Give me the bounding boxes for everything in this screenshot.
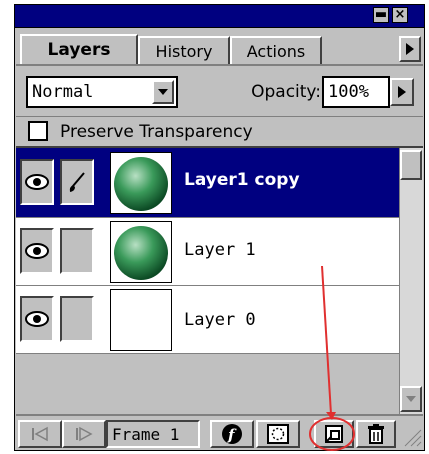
right-arrow-icon xyxy=(398,86,406,98)
palette-title-bar[interactable] xyxy=(14,4,425,28)
chevron-down-icon xyxy=(158,89,168,95)
layer-name: Layer1 copy xyxy=(184,170,300,190)
blend-mode-value: Normal xyxy=(32,82,94,102)
delete-layer-button[interactable] xyxy=(356,420,396,448)
layer-thumbnail xyxy=(110,289,172,351)
green-sphere-icon xyxy=(114,226,168,280)
layer-row[interactable]: Layer1 copy xyxy=(16,148,399,218)
eye-icon xyxy=(25,311,49,327)
tab-history-label: History xyxy=(155,42,213,61)
opacity-slider-button[interactable] xyxy=(390,78,414,106)
next-frame-button[interactable] xyxy=(62,420,106,448)
tab-actions-label: Actions xyxy=(246,42,306,61)
close-button[interactable]: × xyxy=(392,7,408,23)
layer-row[interactable]: Layer 0 xyxy=(16,286,399,354)
tab-history[interactable]: History xyxy=(138,36,230,64)
previous-frame-button[interactable] xyxy=(18,420,62,448)
layer-mask-icon xyxy=(267,424,289,444)
layer-name: Layer 1 xyxy=(184,240,256,260)
scroll-thumb[interactable] xyxy=(400,150,422,180)
green-sphere-icon xyxy=(114,157,168,211)
brush-link-toggle[interactable] xyxy=(60,159,94,205)
minimize-button[interactable]: ▬ xyxy=(373,7,389,23)
resize-grip[interactable] xyxy=(399,420,423,448)
blend-mode-dropdown-button[interactable] xyxy=(152,80,174,104)
tab-divider xyxy=(16,64,423,66)
layer-thumbnail xyxy=(110,221,172,283)
new-layer-icon xyxy=(325,425,343,443)
footer-divider xyxy=(16,414,423,416)
tab-layers[interactable]: Layers xyxy=(20,34,138,64)
new-layer-button[interactable] xyxy=(314,420,354,448)
right-arrow-icon xyxy=(406,43,414,55)
resize-grip-icon xyxy=(404,429,422,447)
visibility-toggle[interactable] xyxy=(20,159,54,205)
layer-effects-icon: f xyxy=(222,424,242,444)
tab-layers-label: Layers xyxy=(47,40,111,60)
options-divider xyxy=(16,116,423,117)
previous-frame-icon xyxy=(32,426,48,442)
chevron-down-icon xyxy=(406,396,416,402)
layer-thumbnail xyxy=(110,152,172,214)
opacity-value: 100% xyxy=(328,82,369,102)
visibility-toggle[interactable] xyxy=(20,296,54,342)
scroll-down-button[interactable] xyxy=(400,386,422,412)
preserve-transparency-label: Preserve Transparency xyxy=(60,122,253,142)
paintbrush-icon xyxy=(69,172,85,192)
trash-icon xyxy=(368,424,384,444)
layer-effects-button[interactable]: f xyxy=(210,420,254,448)
tab-actions[interactable]: Actions xyxy=(230,36,322,64)
eye-icon xyxy=(25,243,49,259)
next-frame-icon xyxy=(76,426,93,442)
preserve-transparency-checkbox[interactable] xyxy=(28,121,48,141)
opacity-label: Opacity: xyxy=(251,82,321,102)
add-mask-button[interactable] xyxy=(256,420,300,448)
brush-link-toggle[interactable] xyxy=(60,296,94,342)
visibility-toggle[interactable] xyxy=(20,228,54,274)
frame-indicator: Frame 1 xyxy=(106,420,200,448)
layer-name: Layer 0 xyxy=(184,310,256,330)
vertical-scrollbar[interactable] xyxy=(399,148,423,414)
eye-icon xyxy=(25,174,49,190)
brush-link-toggle[interactable] xyxy=(60,228,94,274)
layer-row[interactable]: Layer 1 xyxy=(16,218,399,286)
opacity-input[interactable]: 100% xyxy=(322,76,390,108)
palette-menu-button[interactable] xyxy=(399,36,421,62)
